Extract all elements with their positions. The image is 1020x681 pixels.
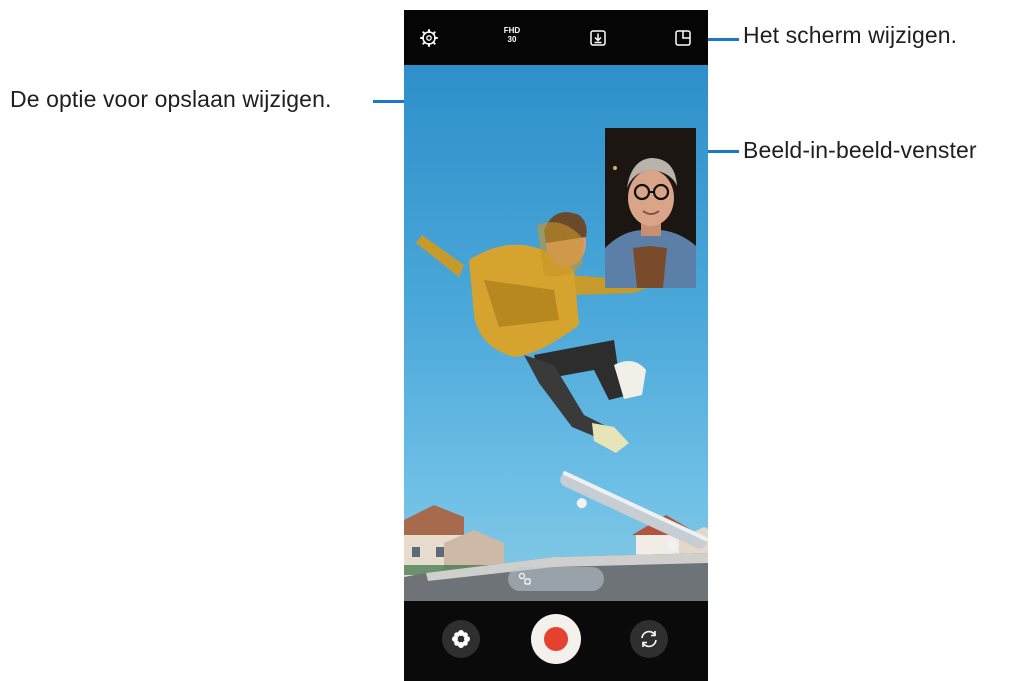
record-button[interactable]	[531, 614, 581, 664]
camera-viewfinder[interactable]	[404, 65, 708, 601]
effects-button[interactable]	[442, 620, 480, 658]
pip-portrait	[605, 128, 696, 288]
switch-camera-icon	[641, 630, 657, 648]
pip-window[interactable]	[605, 128, 696, 288]
record-icon	[544, 627, 568, 651]
bottom-controls	[404, 601, 708, 681]
settings-icon[interactable]	[419, 28, 439, 48]
annotation-save-option: De optie voor opslaan wijzigen.	[10, 86, 332, 112]
save-option-icon[interactable]	[588, 28, 608, 48]
resolution-label: FHD	[503, 26, 521, 35]
annotation-pip-window: Beeld-in-beeld-venster	[743, 137, 977, 163]
mode-toggle-pill[interactable]	[508, 567, 604, 591]
fps-label: 30	[507, 35, 517, 44]
effects-icon	[452, 630, 470, 648]
screen-layout-icon[interactable]	[673, 28, 693, 48]
annotation-change-screen: Het scherm wijzigen.	[743, 22, 958, 48]
phone-screen: FHD 30	[404, 10, 708, 681]
switch-camera-button[interactable]	[630, 620, 668, 658]
top-toolbar: FHD 30	[404, 10, 708, 65]
mode-icon	[518, 572, 531, 585]
resolution-button[interactable]: FHD 30	[500, 26, 524, 44]
